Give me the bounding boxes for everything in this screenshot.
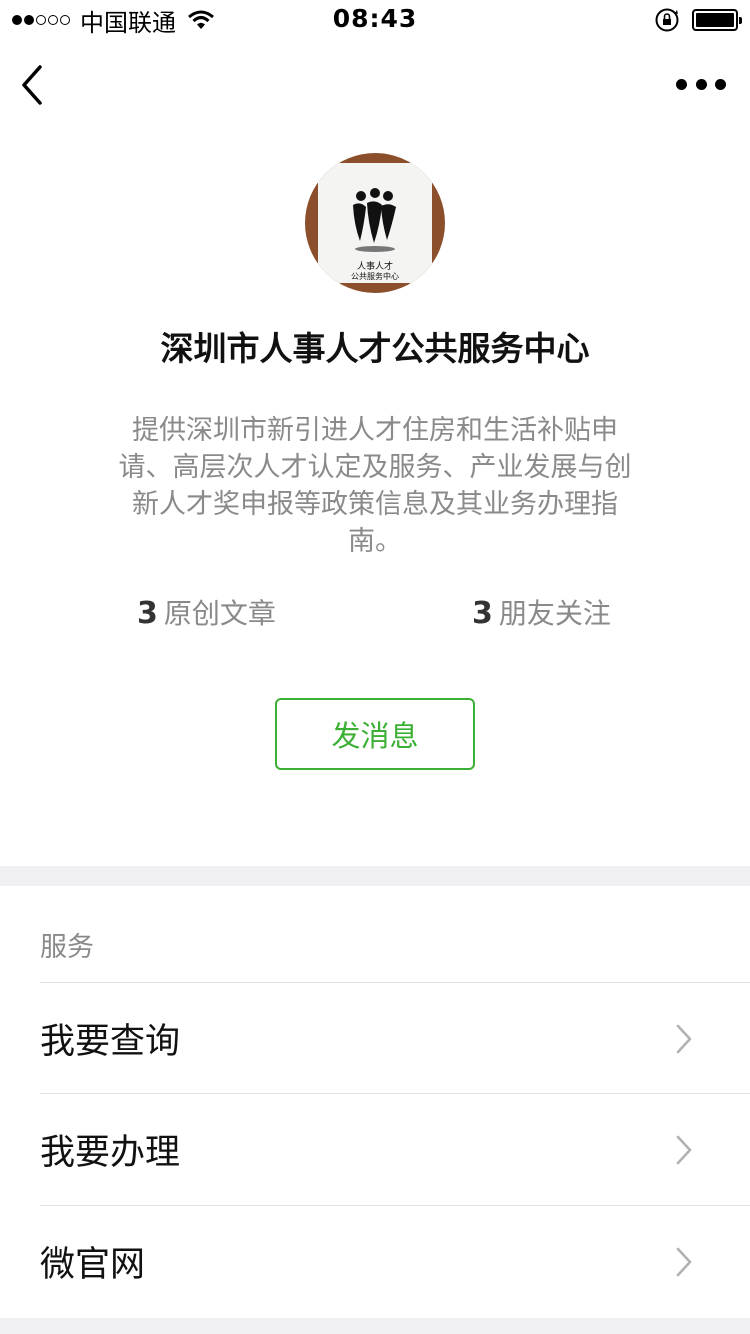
battery-icon xyxy=(692,9,742,31)
chevron-right-icon xyxy=(676,1247,692,1277)
stat-count: 3 xyxy=(472,596,493,631)
service-item-label: 我要办理 xyxy=(40,1132,181,1173)
more-dot xyxy=(715,78,726,90)
send-message-button[interactable]: 发消息 xyxy=(275,698,475,770)
account-name: 深圳市人事人才公共服务中心 xyxy=(160,329,590,368)
service-item-query[interactable]: 我要查询 xyxy=(40,983,750,1093)
stat-friends-following[interactable]: 3 朋友关注 xyxy=(472,592,611,632)
status-time: 08:43 xyxy=(332,4,418,33)
stat-label: 朋友关注 xyxy=(498,597,611,630)
services-section-title: 服务 xyxy=(40,932,94,963)
service-item-label: 我要查询 xyxy=(40,1021,181,1062)
stat-label: 原创文章 xyxy=(163,597,276,630)
logo-text-line2: 公共服务中心 xyxy=(351,272,399,281)
account-avatar: 人事人才 公共服务中心 xyxy=(305,153,445,293)
section-separator xyxy=(0,866,750,886)
service-item-handle[interactable]: 我要办理 xyxy=(40,1094,750,1204)
more-dots-icon[interactable] xyxy=(676,72,726,96)
stat-original-articles[interactable]: 3 原创文章 xyxy=(137,592,276,632)
service-item-label: 微官网 xyxy=(40,1244,146,1285)
status-bar: 中国联通 08:43 xyxy=(0,0,750,40)
service-item-microsite[interactable]: 微官网 xyxy=(40,1206,750,1316)
status-right-group xyxy=(654,7,742,33)
stat-count: 3 xyxy=(137,596,158,631)
bottom-separator xyxy=(0,1318,750,1334)
chevron-right-icon xyxy=(676,1024,692,1054)
more-dot xyxy=(695,78,707,90)
account-description: 提供深圳市新引进人才住房和生活补贴申请、高层次人才认定及服务、产业发展与创新人才… xyxy=(118,415,632,557)
avatar-logo-card: 人事人才 公共服务中心 xyxy=(318,163,432,283)
chevron-right-icon xyxy=(676,1135,692,1165)
rotation-lock-icon xyxy=(655,8,679,32)
battery-level xyxy=(696,13,734,27)
account-stats: 3 原创文章 3 朋友关注 xyxy=(0,592,750,642)
back-chevron-left-icon[interactable] xyxy=(18,62,58,108)
more-dot xyxy=(676,78,687,90)
people-logo-icon xyxy=(353,188,396,252)
